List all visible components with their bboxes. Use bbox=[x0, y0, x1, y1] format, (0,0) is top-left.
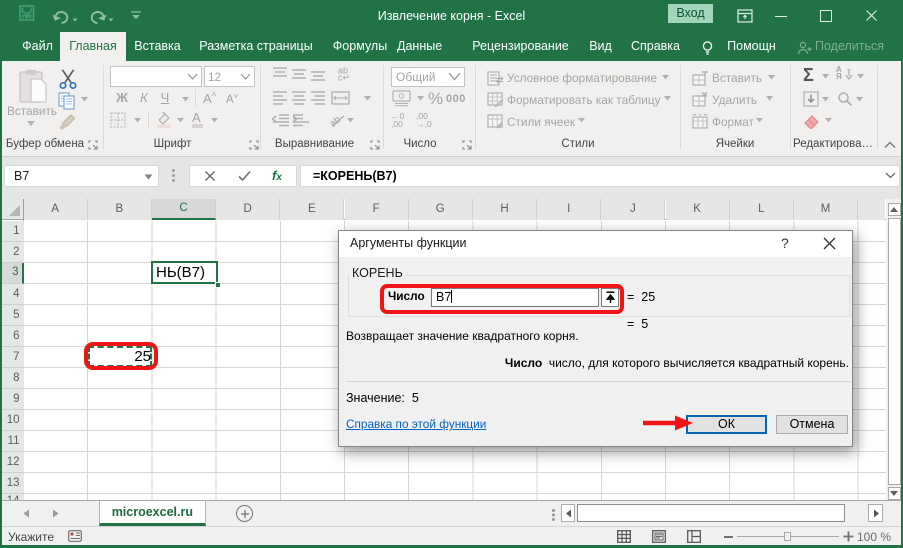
svg-text:c↵: c↵ bbox=[338, 73, 350, 82]
svg-text:⇄: ⇄ bbox=[496, 75, 504, 85]
